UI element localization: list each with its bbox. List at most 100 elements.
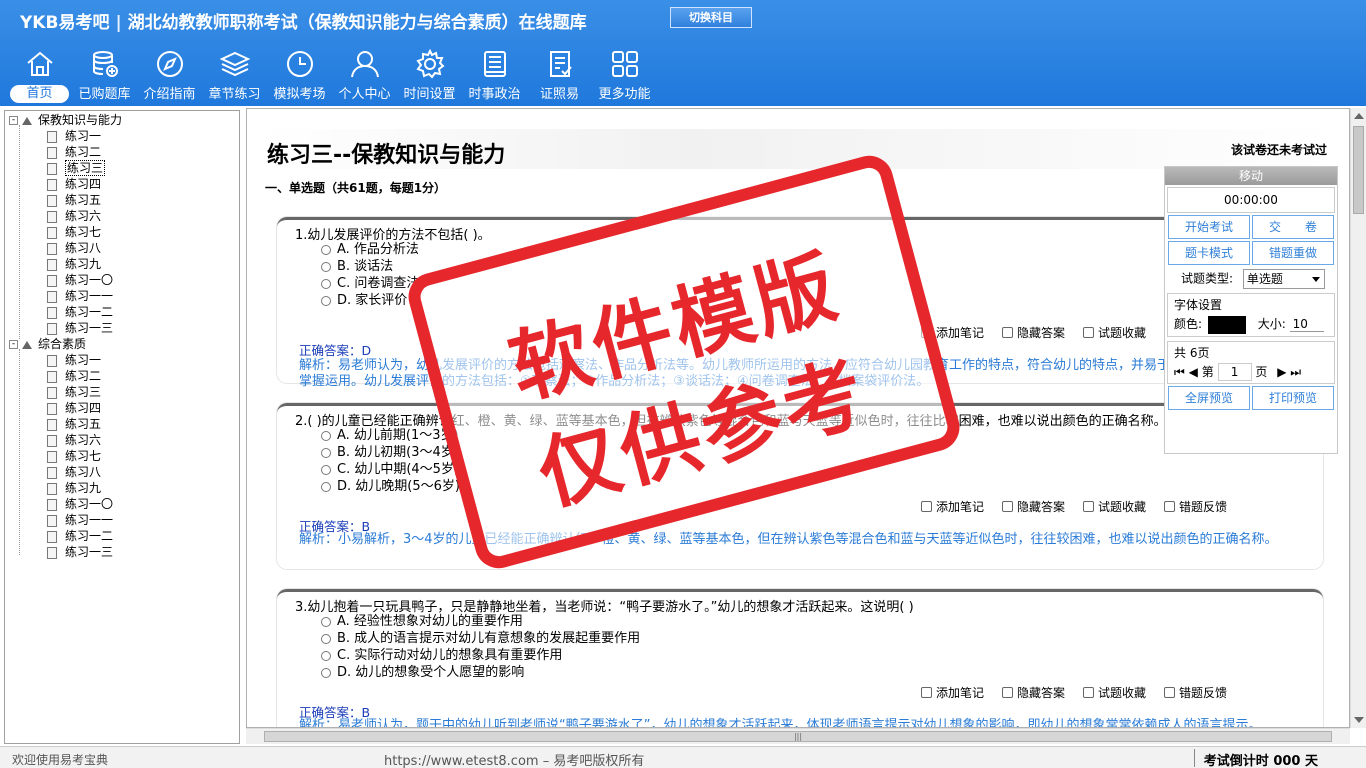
tool-button[interactable]: 添加笔记 <box>920 686 984 700</box>
collapse-icon[interactable]: - <box>9 116 18 125</box>
tree-item[interactable]: 练习一三 <box>5 320 239 336</box>
radio-button[interactable] <box>321 464 331 475</box>
answer-option[interactable]: B. 谈话法 <box>321 258 419 275</box>
tree-group[interactable]: - 保教知识与能力 <box>5 112 239 128</box>
redo-wrong-button[interactable]: 错题重做 <box>1252 241 1334 265</box>
radio-button[interactable] <box>321 447 331 458</box>
document-icon <box>47 194 57 207</box>
radio-button[interactable] <box>321 295 331 306</box>
radio-button[interactable] <box>321 616 331 627</box>
radio-button[interactable] <box>321 261 331 272</box>
answer-option[interactable]: C. 问卷调查法 <box>321 275 419 292</box>
tool-button[interactable]: 隐藏答案 <box>1001 686 1065 700</box>
tree-item[interactable]: 练习三 <box>5 160 239 176</box>
radio-button[interactable] <box>321 244 331 255</box>
tree-item[interactable]: 练习四 <box>5 176 239 192</box>
question-type-select[interactable]: 单选题 <box>1242 269 1325 289</box>
nav-personal[interactable]: 个人中心 <box>333 46 396 104</box>
nav-home[interactable]: 首页 <box>8 46 71 104</box>
font-color-swatch[interactable] <box>1207 315 1246 334</box>
horizontal-scrollbar[interactable]: ||| <box>246 728 1350 744</box>
answer-option[interactable]: B. 成人的语言提示对幼儿有意想象的发展起重要作用 <box>321 630 640 647</box>
tool-button[interactable]: 试题收藏 <box>1082 500 1146 514</box>
tree-item[interactable]: 练习一一 <box>5 288 239 304</box>
tool-button[interactable]: 错题反馈 <box>1163 686 1227 700</box>
tree-item[interactable]: 练习一三 <box>5 544 239 560</box>
tree-item[interactable]: 练习四 <box>5 400 239 416</box>
radio-button[interactable] <box>321 667 331 678</box>
nav-more[interactable]: 更多功能 <box>593 46 656 104</box>
fullscreen-preview-button[interactable]: 全屏预览 <box>1168 385 1250 410</box>
tree-group[interactable]: - 综合素质 <box>5 336 239 352</box>
radio-button[interactable] <box>321 430 331 441</box>
move-handle[interactable]: 移动 <box>1165 167 1337 185</box>
print-preview-button[interactable]: 打印预览 <box>1252 385 1334 410</box>
tree-item[interactable]: 练习一 <box>5 128 239 144</box>
nav-guide[interactable]: 介绍指南 <box>138 46 201 104</box>
nav-label: 个人中心 <box>338 87 391 102</box>
card-mode-button[interactable]: 题卡模式 <box>1168 241 1250 265</box>
horizontal-scroll-thumb[interactable]: ||| <box>264 731 1332 742</box>
tool-button[interactable]: 添加笔记 <box>920 500 984 514</box>
tool-button[interactable]: 隐藏答案 <box>1001 326 1065 340</box>
page-input[interactable]: 1 <box>1217 362 1252 381</box>
tree-item[interactable]: 练习五 <box>5 416 239 432</box>
tree-item[interactable]: 练习八 <box>5 240 239 256</box>
answer-option[interactable]: D. 幼儿的想象受个人愿望的影响 <box>321 664 640 681</box>
submit-exam-button[interactable]: 交 卷 <box>1252 215 1334 239</box>
nav-mock-exam[interactable]: 模拟考场 <box>268 46 331 104</box>
tree-item[interactable]: 练习六 <box>5 432 239 448</box>
answer-option[interactable]: D. 幼儿晚期(5～6岁) <box>321 478 460 495</box>
tree-item-label: 练习二 <box>65 369 102 383</box>
tree-item[interactable]: 练习一 <box>5 352 239 368</box>
tool-button[interactable]: 试题收藏 <box>1082 326 1146 340</box>
radio-button[interactable] <box>321 481 331 492</box>
last-page-icon[interactable]: ⏭ <box>1290 365 1301 379</box>
tool-button[interactable]: 试题收藏 <box>1082 686 1146 700</box>
document-icon <box>47 434 57 447</box>
radio-button[interactable] <box>321 278 331 289</box>
nav-certificate[interactable]: 证照易 <box>528 46 591 104</box>
font-size-input[interactable]: 10 <box>1289 317 1324 332</box>
answer-option[interactable]: D. 家长评价 <box>321 292 419 309</box>
nav-time-settings[interactable]: 时间设置 <box>398 46 461 104</box>
first-page-icon[interactable]: ⏮ <box>1174 365 1185 379</box>
vertical-scroll-thumb[interactable] <box>1353 126 1364 214</box>
collapse-icon[interactable]: - <box>9 340 18 349</box>
scroll-up-icon[interactable] <box>1354 113 1364 119</box>
tree-item[interactable]: 练习二 <box>5 368 239 384</box>
tree-item[interactable]: 练习九 <box>5 256 239 272</box>
tree-item[interactable]: 练习一一 <box>5 512 239 528</box>
answer-option[interactable]: C. 幼儿中期(4～5岁) <box>321 461 460 478</box>
answer-option[interactable]: B. 幼儿初期(3～4岁) <box>321 444 460 461</box>
tree-item[interactable]: 练习六 <box>5 208 239 224</box>
tree-item[interactable]: 练习七 <box>5 224 239 240</box>
tree-item[interactable]: 练习一〇 <box>5 272 239 288</box>
tree-item[interactable]: 练习二 <box>5 144 239 160</box>
tree-item[interactable]: 练习三 <box>5 384 239 400</box>
answer-option[interactable]: A. 经验性想象对幼儿的重要作用 <box>321 613 640 630</box>
answer-option[interactable]: C. 实际行动对幼儿的想象具有重要作用 <box>321 647 640 664</box>
nav-purchased[interactable]: 已购题库 <box>73 46 136 104</box>
tree-item[interactable]: 练习一二 <box>5 528 239 544</box>
scroll-down-icon[interactable] <box>1354 717 1364 723</box>
radio-button[interactable] <box>321 650 331 661</box>
answer-option[interactable]: A. 幼儿前期(1～3岁) <box>321 427 460 444</box>
next-page-icon[interactable]: ▶ <box>1277 365 1286 379</box>
answer-option[interactable]: A. 作品分析法 <box>321 241 419 258</box>
tree-item[interactable]: 练习七 <box>5 448 239 464</box>
tree-item[interactable]: 练习一〇 <box>5 496 239 512</box>
nav-politics[interactable]: 时事政治 <box>463 46 526 104</box>
nav-chapter[interactable]: 章节练习 <box>203 46 266 104</box>
vertical-scrollbar[interactable] <box>1350 108 1366 728</box>
tree-item[interactable]: 练习五 <box>5 192 239 208</box>
radio-button[interactable] <box>321 633 331 644</box>
tool-button[interactable]: 错题反馈 <box>1163 500 1227 514</box>
switch-subject-button[interactable]: 切换科目 <box>670 7 752 28</box>
tree-item[interactable]: 练习八 <box>5 464 239 480</box>
start-exam-button[interactable]: 开始考试 <box>1168 215 1250 239</box>
tool-button[interactable]: 隐藏答案 <box>1001 500 1065 514</box>
tree-item[interactable]: 练习一二 <box>5 304 239 320</box>
prev-page-icon[interactable]: ◀ <box>1189 365 1198 379</box>
tree-item[interactable]: 练习九 <box>5 480 239 496</box>
